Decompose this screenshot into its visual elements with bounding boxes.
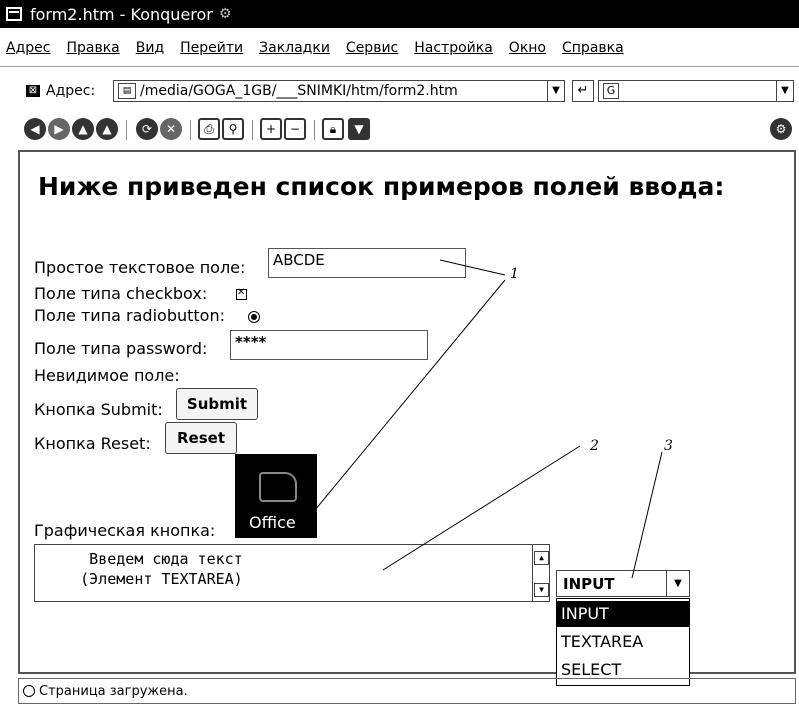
status-bar: Страница загружена.: [18, 678, 796, 704]
annotation-1: 1: [510, 266, 519, 282]
annotation-3: 3: [664, 438, 673, 454]
status-text: Страница загружена.: [39, 683, 188, 699]
annotation-lines: [314, 259, 663, 579]
annotation-2: 2: [590, 438, 599, 454]
status-icon: [23, 685, 35, 697]
